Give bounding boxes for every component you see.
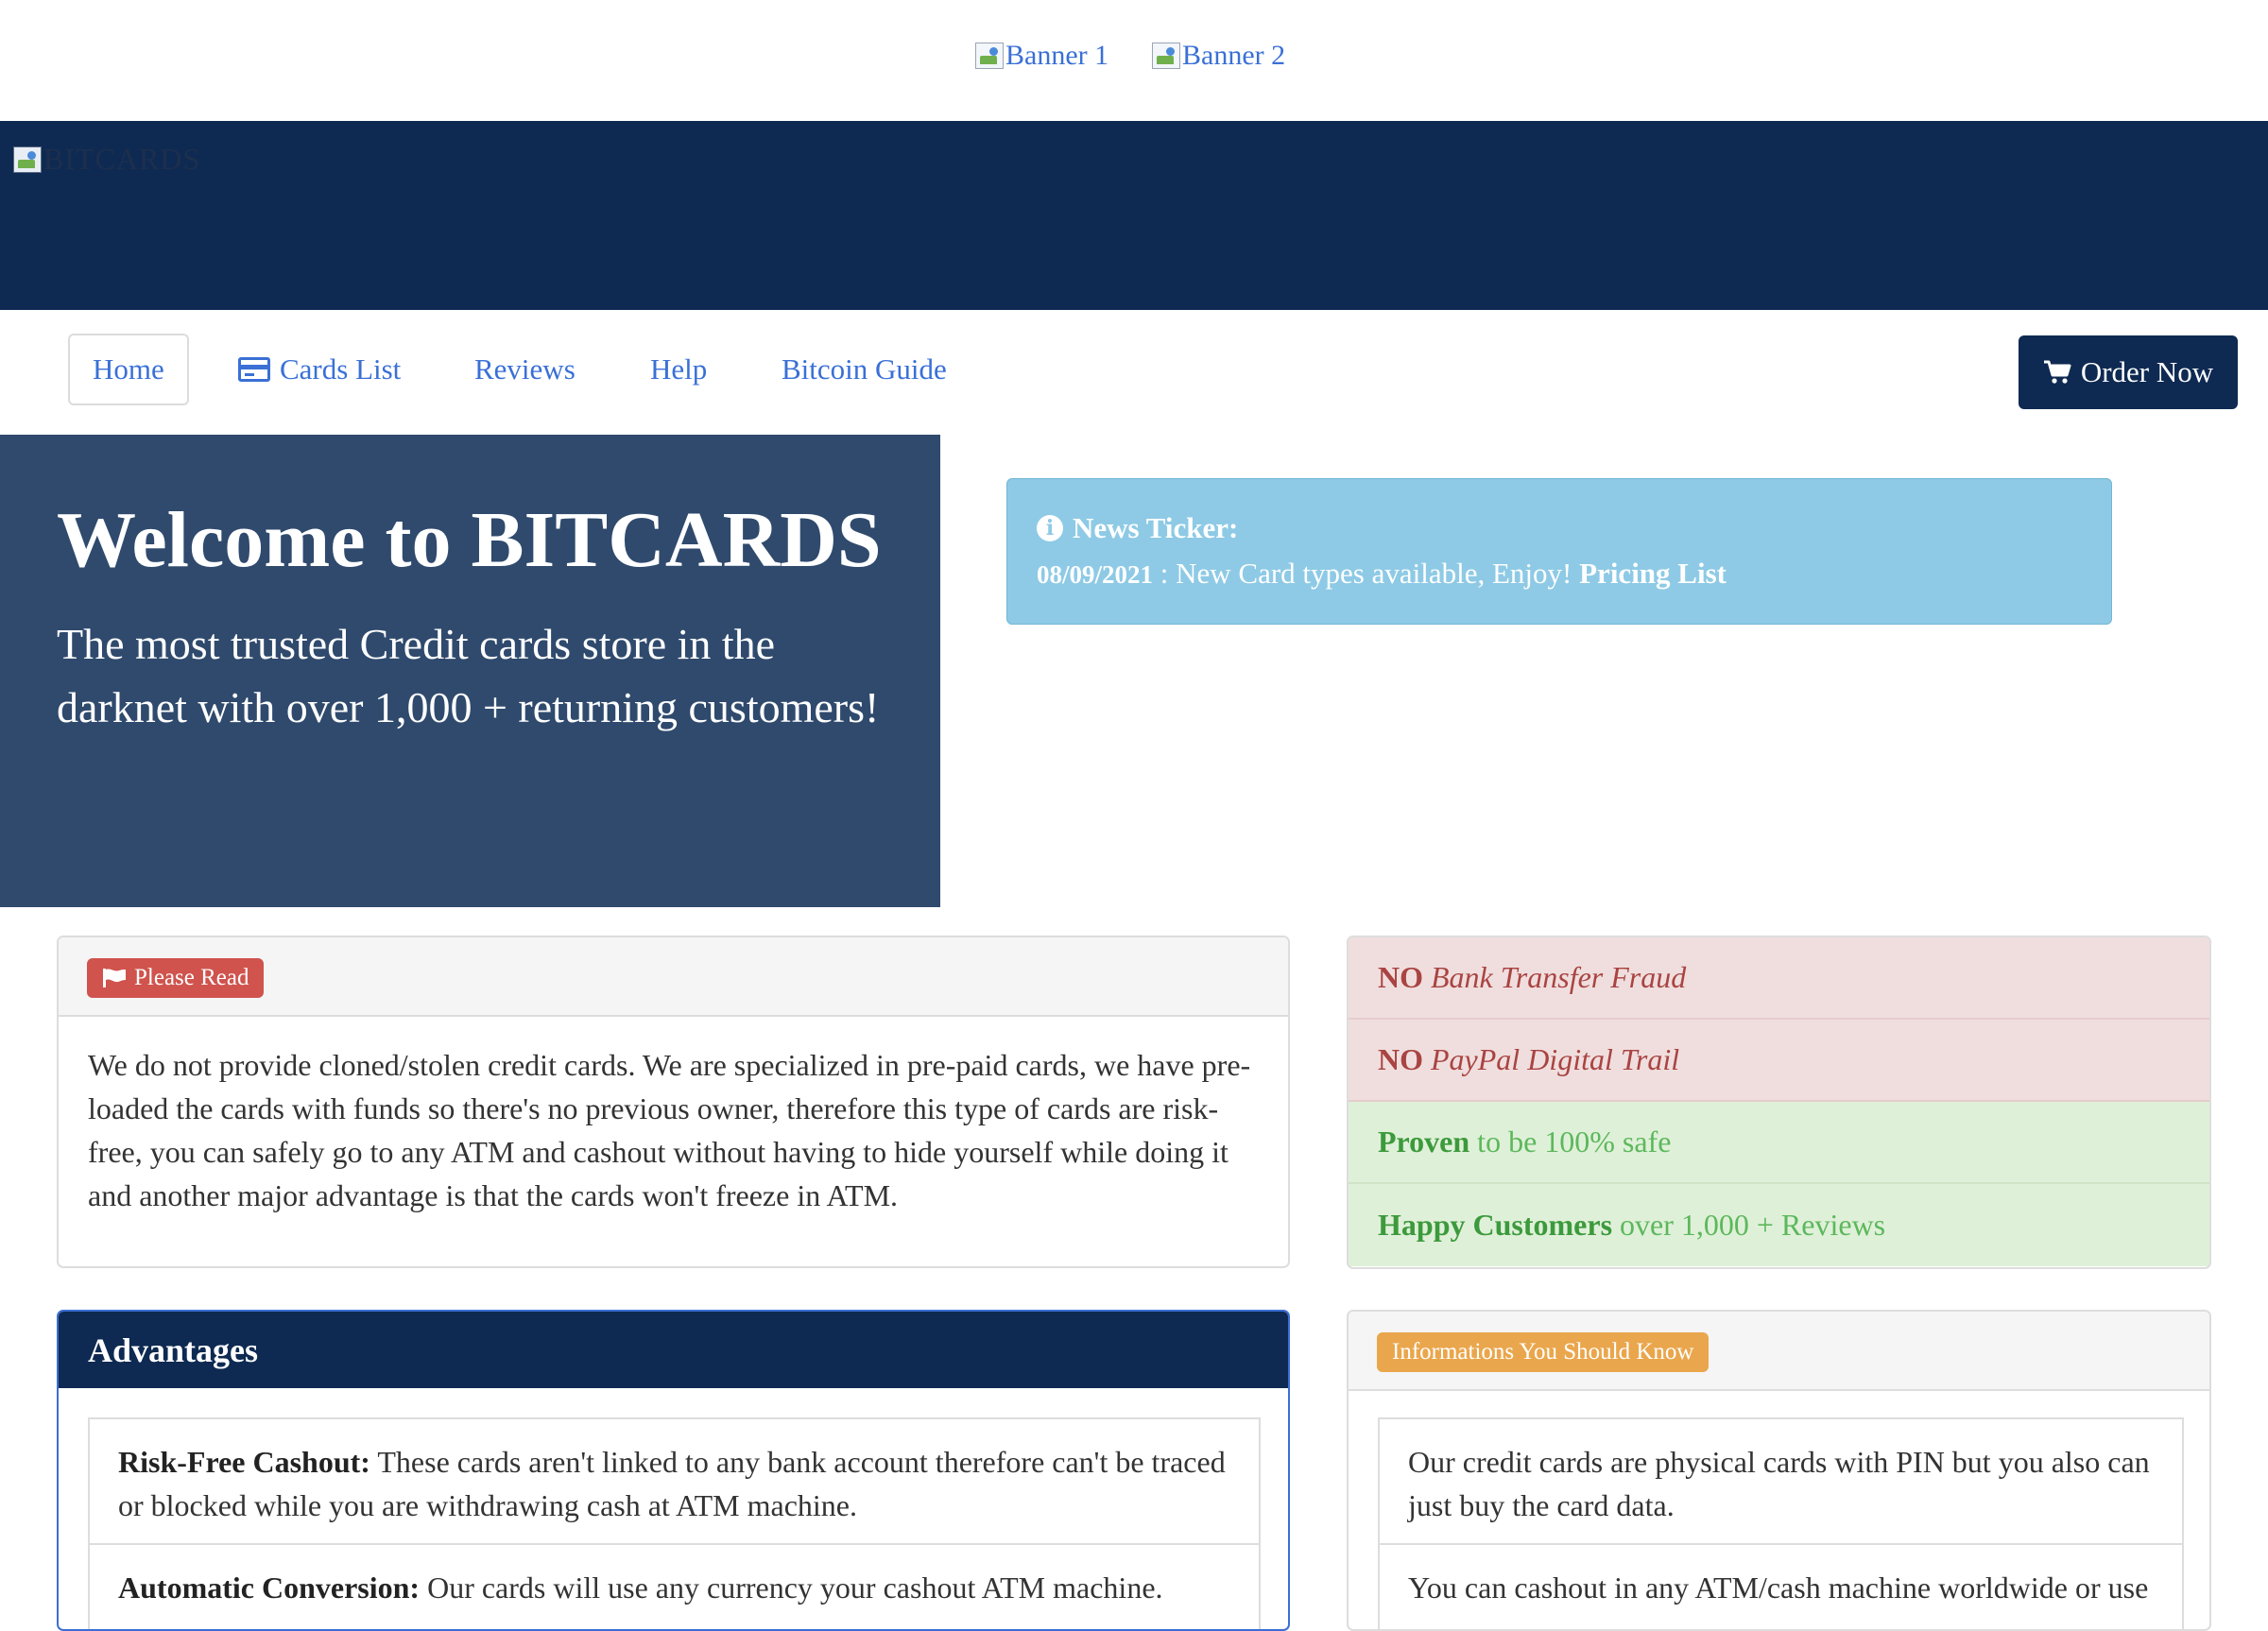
nav-cards-list[interactable]: Cards List <box>238 334 401 405</box>
pricing-list-link[interactable]: Pricing List <box>1579 557 1727 590</box>
news-ticker: i News Ticker: 08/09/2021 : New Card typ… <box>1006 478 2112 625</box>
please-read-body: We do not provide cloned/stolen credit c… <box>88 1048 1251 1212</box>
banner-2-alt: Banner 2 <box>1182 40 1286 71</box>
nav-help-label: Help <box>650 352 708 386</box>
feature-text: Bank Transfer Fraud <box>1431 960 1687 994</box>
order-now-label: Order Now <box>2080 355 2214 388</box>
broken-image-icon <box>1152 43 1180 69</box>
feature-text: to be 100% safe <box>1477 1125 1672 1159</box>
broken-image-icon <box>975 43 1004 69</box>
advantage-item: Automatic Conversion: Our cards will use… <box>88 1543 1261 1629</box>
advantage-title: Automatic Conversion: <box>118 1571 421 1605</box>
news-ticker-title-text: News Ticker: <box>1073 511 1239 544</box>
informations-label: Informations You Should Know <box>1377 1332 1710 1372</box>
broken-image-icon <box>13 146 42 173</box>
banner-2-link[interactable]: Banner 2 <box>1152 40 1285 72</box>
hero-subtitle: The most trusted Credit cards store in t… <box>57 620 880 731</box>
shopping-cart-icon <box>2043 360 2071 384</box>
please-read-label: Please Read <box>87 958 265 998</box>
informations-panel: Informations You Should Know Our credit … <box>1347 1310 2211 1631</box>
feature-item: Proven to be 100% safe <box>1349 1102 2209 1184</box>
site-header: BITCARDS <box>0 121 2268 310</box>
please-read-panel: Please Read We do not provide cloned/sto… <box>57 936 1290 1268</box>
advantage-title: Risk-Free Cashout: <box>118 1445 370 1479</box>
advantage-text: Our cards will use any currency your cas… <box>427 1571 1163 1605</box>
features-list: NO Bank Transfer Fraud NO PayPal Digital T… <box>1347 936 2211 1269</box>
nav-home[interactable]: Home <box>68 334 189 405</box>
info-icon: i <box>1037 515 1063 541</box>
feature-strong: Proven <box>1378 1125 1470 1159</box>
advantages-title: Advantages <box>59 1312 1288 1388</box>
advantage-item: Risk-Free Cashout: These cards aren't li… <box>88 1417 1261 1545</box>
main-nav: Home Cards List Reviews Help Bitcoin Gui… <box>0 310 2268 435</box>
hero-title: Welcome to BITCARDS <box>57 496 882 584</box>
feature-item: Happy Customers over 1,000 + Reviews <box>1349 1184 2209 1266</box>
feature-strong: NO <box>1378 1042 1423 1076</box>
order-now-button[interactable]: Order Now <box>2019 335 2238 409</box>
flag-icon <box>103 969 126 987</box>
info-item: You can cashout in any ATM/cash machine … <box>1378 1543 2184 1629</box>
credit-card-icon <box>238 357 270 382</box>
logo[interactable]: BITCARDS <box>13 142 200 177</box>
nav-home-label: Home <box>93 352 164 386</box>
informations-header: Informations You Should Know <box>1349 1312 2209 1391</box>
hero-section: Welcome to BITCARDS The most trusted Cre… <box>0 435 940 907</box>
nav-help[interactable]: Help <box>650 334 707 405</box>
feature-item: NO Bank Transfer Fraud <box>1349 937 2209 1020</box>
news-separator: : <box>1153 557 1177 590</box>
news-item: 08/09/2021 : New Card types available, E… <box>1037 557 1727 591</box>
nav-bitcoin-guide[interactable]: Bitcoin Guide <box>782 334 947 405</box>
please-read-header: Please Read <box>59 937 1288 1017</box>
banner-strip: Banner 1 Banner 2 <box>0 0 2268 121</box>
feature-item: NO PayPal Digital Trail <box>1349 1020 2209 1102</box>
news-ticker-title: i News Ticker: <box>1037 511 1238 545</box>
feature-strong: Happy Customers <box>1378 1208 1613 1242</box>
nav-reviews-label: Reviews <box>474 352 576 386</box>
nav-reviews[interactable]: Reviews <box>474 334 576 405</box>
banner-1-alt: Banner 1 <box>1005 40 1109 71</box>
nav-bitcoin-guide-label: Bitcoin Guide <box>782 352 947 386</box>
nav-cards-list-label: Cards List <box>280 352 402 386</box>
advantages-panel: Advantages Risk-Free Cashout: These card… <box>57 1310 1290 1631</box>
info-item: Our credit cards are physical cards with… <box>1378 1417 2184 1545</box>
banner-1-link[interactable]: Banner 1 <box>975 40 1108 72</box>
please-read-label-text: Please Read <box>134 965 249 990</box>
news-message: New Card types available, Enjoy! <box>1176 557 1580 590</box>
news-date: 08/09/2021 <box>1037 560 1154 589</box>
logo-alt: BITCARDS <box>43 142 201 176</box>
feature-text: PayPal Digital Trail <box>1431 1042 1680 1076</box>
feature-text: over 1,000 + Reviews <box>1620 1208 1886 1242</box>
feature-strong: NO <box>1378 960 1423 994</box>
